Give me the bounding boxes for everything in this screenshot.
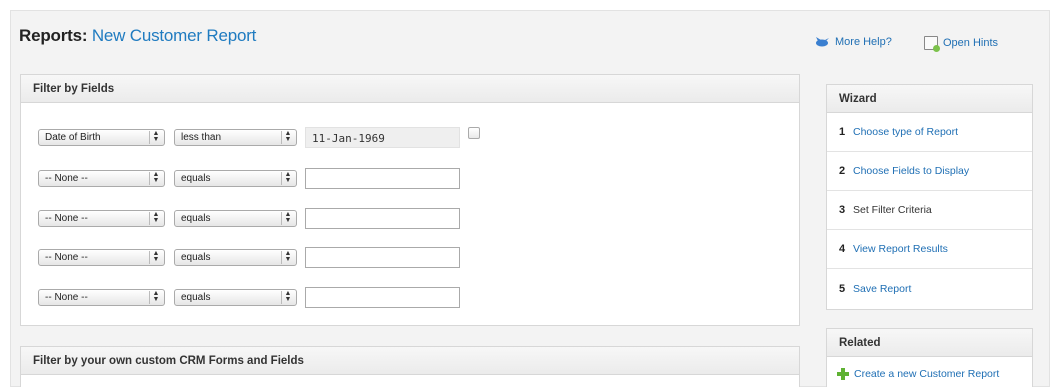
select-arrows-icon: ▲ ▼ <box>149 171 162 185</box>
wizard-step-number: 3 <box>839 204 846 216</box>
select-arrows-icon: ▲ ▼ <box>281 290 294 304</box>
filter-field-value: Date of Birth <box>45 131 101 143</box>
more-help-link[interactable]: More Help? <box>815 36 892 48</box>
filter-checkbox[interactable] <box>468 127 480 139</box>
plus-icon <box>837 368 849 380</box>
filter-field-select[interactable]: -- None -- ▲ ▼ <box>38 169 165 187</box>
filter-by-fields-panel: Filter by Fields Date of Birth ▲ ▼ less t… <box>20 74 800 326</box>
hints-document-icon <box>924 36 940 52</box>
filter-row: -- None -- ▲ ▼ equals ▲ ▼ <box>38 207 460 229</box>
filter-field-select[interactable]: -- None -- ▲ ▼ <box>38 248 165 266</box>
wizard-step-label: Save Report <box>853 282 912 295</box>
help-bird-icon <box>816 37 829 47</box>
filter-operator-value: equals <box>181 212 211 224</box>
related-panel: Related Create a new Customer Report <box>826 328 1033 387</box>
filter-field-select[interactable]: -- None -- ▲ ▼ <box>38 209 165 227</box>
wizard-step-label: Choose type of Report <box>853 126 959 138</box>
page-title: Reports: New Customer Report <box>19 26 256 46</box>
open-hints-link[interactable]: Open Hints <box>924 36 999 52</box>
wizard-step-label: Choose Fields to Display <box>853 165 970 177</box>
custom-crm-filter-title: Filter by your own custom CRM Forms and … <box>21 347 799 375</box>
wizard-step-number: 4 <box>839 243 846 255</box>
wizard-step-label: Set Filter Criteria <box>853 204 932 216</box>
filter-field-value: -- None -- <box>45 172 88 184</box>
filter-field-value: -- None -- <box>45 291 88 303</box>
wizard-step-number: 2 <box>839 165 846 177</box>
select-arrows-icon: ▲ ▼ <box>281 130 294 144</box>
filter-row: Date of Birth ▲ ▼ less than ▲ ▼ 11-Jan-196… <box>38 126 480 148</box>
select-arrows-icon: ▲ ▼ <box>281 171 294 185</box>
page-title-report-name: New Customer Report <box>91 26 257 45</box>
filter-operator-value: less than <box>181 131 222 143</box>
filter-operator-value: equals <box>181 172 211 184</box>
page-title-section: Reports <box>19 26 82 45</box>
filter-value-input[interactable] <box>305 167 460 189</box>
filter-row: -- None -- ▲ ▼ equals ▲ ▼ <box>38 286 460 308</box>
select-arrows-icon: ▲ ▼ <box>281 250 294 264</box>
filter-field-value: -- None -- <box>45 212 88 224</box>
filter-row: -- None -- ▲ ▼ equals ▲ ▼ <box>38 167 460 189</box>
create-customer-report-link[interactable]: Create a new Customer Report <box>827 357 1032 380</box>
more-help-label: More Help? <box>835 36 892 48</box>
filter-operator-value: equals <box>181 291 211 303</box>
select-arrows-icon: ▲ ▼ <box>149 250 162 264</box>
filter-field-select[interactable]: Date of Birth ▲ ▼ <box>38 128 165 146</box>
filter-operator-select[interactable]: less than ▲ ▼ <box>174 128 297 146</box>
filter-row: -- None -- ▲ ▼ equals ▲ ▼ <box>38 246 460 268</box>
wizard-step-label: View Report Results <box>853 243 948 255</box>
filter-operator-select[interactable]: equals ▲ ▼ <box>174 288 297 306</box>
page-title-separator: : <box>81 26 88 45</box>
filter-operator-select[interactable]: equals ▲ ▼ <box>174 248 297 266</box>
filter-operator-value: equals <box>181 251 211 263</box>
wizard-step-number: 5 <box>839 282 846 295</box>
select-arrows-icon: ▲ ▼ <box>149 211 162 225</box>
create-customer-report-label: Create a new Customer Report <box>854 368 1000 380</box>
filter-operator-select[interactable]: equals ▲ ▼ <box>174 209 297 227</box>
filter-by-fields-title: Filter by Fields <box>21 75 799 103</box>
select-arrows-icon: ▲ ▼ <box>281 211 294 225</box>
wizard-step-set-filter: 3 Set Filter Criteria <box>827 191 1032 230</box>
filter-field-value: -- None -- <box>45 251 88 263</box>
wizard-step-save-report[interactable]: 5 Save Report <box>827 269 1032 308</box>
select-arrows-icon: ▲ ▼ <box>149 290 162 304</box>
filter-operator-select[interactable]: equals ▲ ▼ <box>174 169 297 187</box>
wizard-step-choose-type[interactable]: 1 Choose type of Report <box>827 113 1032 152</box>
filter-value-input[interactable] <box>305 207 460 229</box>
filter-field-select[interactable]: -- None -- ▲ ▼ <box>38 288 165 306</box>
wizard-step-choose-fields[interactable]: 2 Choose Fields to Display <box>827 152 1032 191</box>
wizard-title: Wizard <box>827 85 1032 113</box>
wizard-step-number: 1 <box>839 126 846 138</box>
wizard-step-view-results[interactable]: 4 View Report Results <box>827 230 1032 269</box>
filter-value-input[interactable] <box>305 246 460 268</box>
filter-value-input[interactable] <box>305 286 460 308</box>
filter-value-input[interactable]: 11-Jan-1969 <box>305 126 460 148</box>
related-title: Related <box>827 329 1032 357</box>
wizard-panel: Wizard 1 Choose type of Report 2 Choose … <box>826 84 1033 310</box>
open-hints-label: Open Hints <box>943 37 999 49</box>
custom-crm-filter-panel: Filter by your own custom CRM Forms and … <box>20 346 800 387</box>
select-arrows-icon: ▲ ▼ <box>149 130 162 144</box>
